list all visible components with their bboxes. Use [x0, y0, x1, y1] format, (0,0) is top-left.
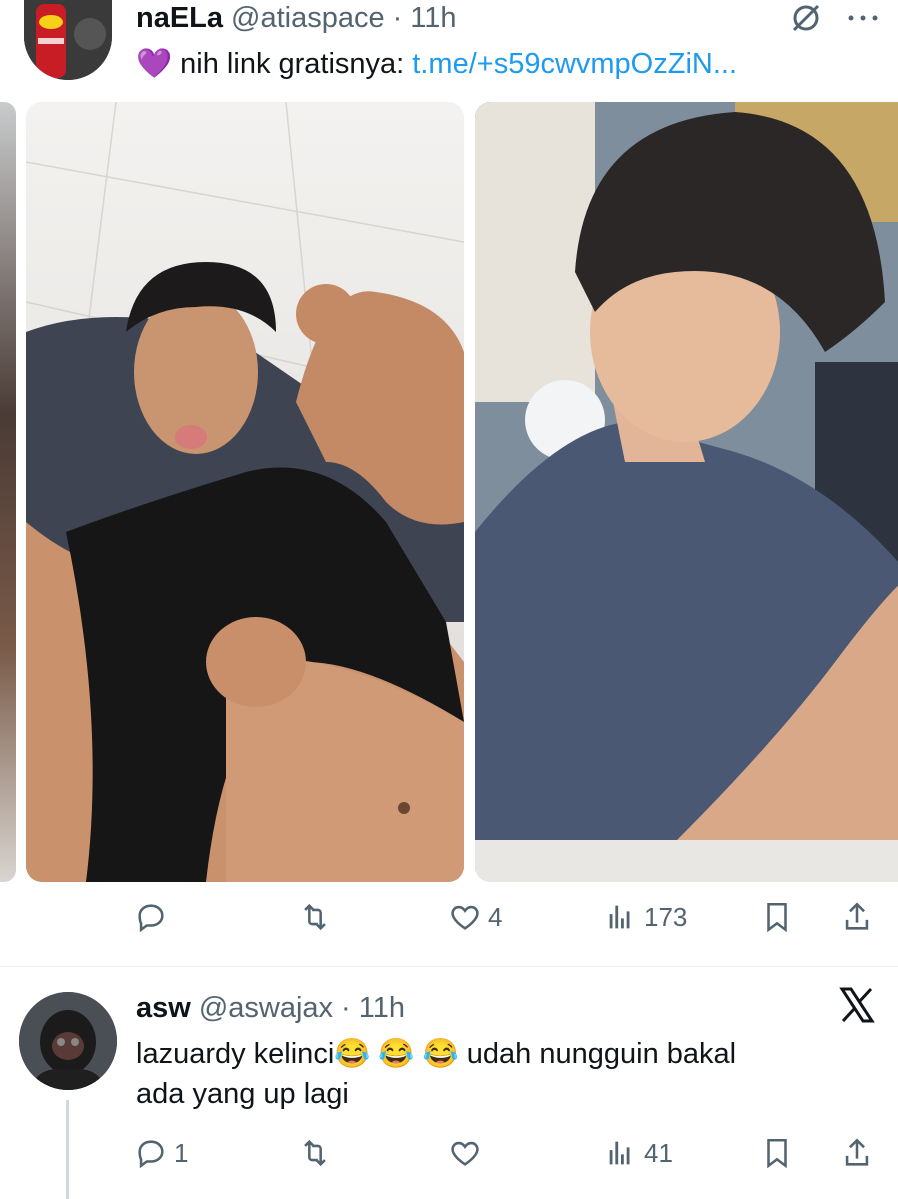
grok-icon[interactable] — [788, 0, 824, 36]
bookmark-button[interactable] — [760, 900, 794, 934]
views-count: 41 — [644, 1137, 673, 1168]
separator-dot: · — [392, 1, 403, 34]
share-button[interactable] — [840, 900, 874, 934]
retweet-button[interactable] — [298, 1136, 338, 1170]
reply-button[interactable] — [134, 900, 174, 934]
heart-icon — [451, 1141, 479, 1166]
reply-icon — [138, 1140, 164, 1169]
views-count: 173 — [644, 901, 688, 932]
retweet-icon — [304, 1139, 326, 1167]
man-blue-sweater-photo-image — [475, 102, 898, 882]
reply-icon — [138, 904, 164, 933]
author-name[interactable]: naELa — [136, 2, 223, 35]
media-prev-edge[interactable] — [0, 102, 16, 882]
bookmark-icon — [767, 902, 787, 933]
bookmark-icon — [767, 1138, 787, 1169]
tweet-link[interactable]: t.me/+s59cwvmpOzZiN... — [412, 48, 737, 80]
reply-button[interactable]: 1 — [134, 1136, 188, 1170]
bookmark-button[interactable] — [760, 1136, 794, 1170]
tweet-body-part1: lazuardy kelinci — [136, 1038, 335, 1070]
like-button[interactable]: 4 — [448, 900, 502, 934]
share-button[interactable] — [840, 1136, 874, 1170]
laughing-emoji: 😂 😂 😂 — [334, 1038, 459, 1070]
author-handle[interactable]: @atiaspace — [231, 2, 385, 35]
views-icon — [609, 1141, 630, 1165]
author-handle[interactable]: @aswajax — [199, 992, 333, 1025]
tweet-body-line2: ada yang up lagi — [136, 1078, 349, 1110]
author-name[interactable]: asw — [136, 992, 191, 1025]
views-button[interactable]: 41 — [604, 1136, 673, 1170]
heart-icon — [451, 905, 479, 930]
lays-stax-avatar-icon — [24, 0, 112, 80]
tweet-body-part2: udah nungguin bakal — [466, 1038, 737, 1070]
like-count: 4 — [488, 901, 503, 932]
more-options-icon[interactable] — [846, 8, 880, 28]
thread-line — [66, 1100, 69, 1199]
x-logo-icon[interactable] — [838, 986, 876, 1024]
avatar[interactable] — [19, 992, 117, 1090]
avatar[interactable] — [24, 0, 112, 80]
share-icon — [845, 1138, 869, 1166]
separator-dot: · — [341, 991, 351, 1024]
masked-person-avatar-icon — [19, 992, 117, 1090]
tweet-time[interactable]: 11h — [410, 2, 456, 35]
like-button[interactable] — [448, 1136, 488, 1170]
tweet-divider — [0, 966, 898, 967]
tweet-body: nih link gratisnya: — [180, 48, 405, 80]
media-photo-2[interactable] — [475, 102, 898, 882]
shirtless-man-photo-image — [26, 102, 464, 882]
tweet-text: 💜 nih link gratisnya: t.me/+s59cwvmpOzZi… — [136, 44, 737, 84]
reply-count: 1 — [174, 1137, 189, 1168]
retweet-button[interactable] — [298, 900, 338, 934]
tweet-text: lazuardy kelinci😂 😂 😂 udah nungguin baka… — [136, 1034, 876, 1114]
views-icon — [609, 905, 630, 929]
views-button[interactable]: 173 — [604, 900, 687, 934]
share-icon — [845, 902, 869, 930]
retweet-icon — [304, 903, 326, 931]
purple-heart-emoji: 💜 — [136, 48, 173, 80]
tweet-time[interactable]: 11h — [359, 992, 405, 1025]
media-photo-1[interactable] — [26, 102, 464, 882]
